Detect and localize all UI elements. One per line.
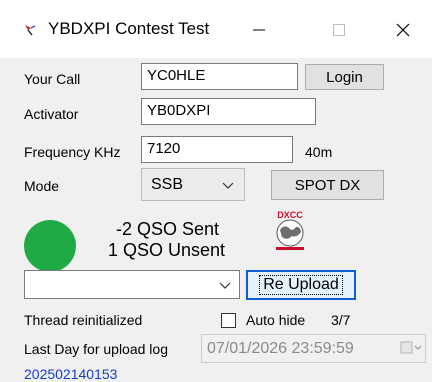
activator-label: Activator [24,106,79,122]
app-icon [23,23,37,37]
thread-status-text: Thread reinitialized [24,312,143,328]
auto-hide-checkbox[interactable] [221,313,236,328]
qso-sent-text: -2 QSO Sent [116,219,220,239]
window-title: YBDXPI Contest Test [48,19,210,38]
mode-select[interactable]: SSB [141,168,245,201]
page-counter: 3/7 [331,312,351,328]
last-day-value: 07/01/2026 23:59:59 [207,340,354,357]
dxcc-logo-text: DXCC [277,210,303,220]
version-text: 202502140153 [24,366,118,382]
last-day-datetime-picker[interactable]: 07/01/2026 23:59:59 [201,334,426,363]
auto-hide-label: Auto hide [246,312,306,328]
chevron-down-icon [222,182,234,189]
mode-label: Mode [24,178,60,194]
close-button[interactable] [380,10,426,50]
qso-unsent-text: 1 QSO Unsent [108,240,226,260]
mode-select-value: SSB [151,176,184,193]
spot-dx-button[interactable]: SPOT DX [271,170,384,200]
frequency-label: Frequency KHz [24,144,121,160]
re-upload-label: Re Upload [259,275,343,295]
calendar-dropdown-icon [400,341,422,354]
dxcc-logo-icon: DXCC [276,210,304,250]
status-indicator [24,220,76,272]
activator-input[interactable]: YB0DXPI [141,98,316,125]
re-upload-button[interactable]: Re Upload [246,270,356,300]
maximize-icon [333,24,345,36]
your-call-label: Your Call [24,71,81,87]
frequency-input[interactable]: 7120 [141,136,293,163]
last-day-label: Last Day for upload log [24,341,168,357]
band-label: 40m [305,144,333,160]
minimize-icon [253,29,265,31]
chevron-down-icon [219,282,231,289]
close-icon [396,23,410,37]
title-bar: YBDXPI Contest Test [0,0,432,58]
minimize-button[interactable] [236,10,282,50]
maximize-button[interactable] [316,10,362,50]
log-select[interactable] [24,270,240,299]
login-button[interactable]: Login [305,64,384,90]
your-call-input[interactable]: YC0HLE [141,63,298,90]
